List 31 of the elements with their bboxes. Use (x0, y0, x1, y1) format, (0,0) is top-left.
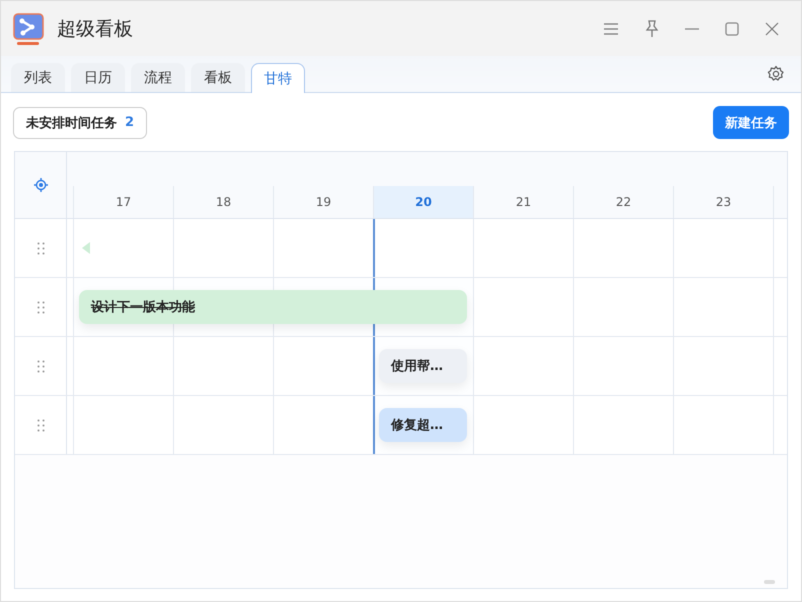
new-task-button[interactable]: 新建任务 (713, 106, 789, 139)
task-bar[interactable]: 设计下一版本功能 (79, 290, 467, 324)
menu-icon[interactable] (603, 22, 619, 34)
day-header: 23 (673, 186, 773, 218)
locate-icon[interactable] (34, 178, 48, 192)
maximize-icon[interactable] (725, 22, 739, 36)
drag-handle-icon[interactable] (36, 360, 44, 372)
settings-icon[interactable] (767, 65, 785, 83)
view-tab[interactable]: 日历 (71, 63, 125, 92)
drag-handle-icon[interactable] (36, 242, 44, 254)
drag-handle-icon[interactable] (36, 418, 44, 432)
view-tab[interactable]: 甘特 (251, 63, 305, 93)
close-icon[interactable] (765, 22, 779, 36)
day-header: 21 (473, 186, 573, 218)
drag-handle-icon[interactable] (36, 300, 44, 314)
view-tab[interactable]: 流程 (131, 63, 185, 92)
view-tab[interactable]: 列表 (11, 63, 65, 92)
day-header: 18 (173, 186, 273, 218)
window-title: 超级看板 (57, 16, 133, 42)
day-header: 22 (573, 186, 673, 218)
pin-icon[interactable] (645, 20, 659, 38)
unscheduled-tasks-button[interactable]: 未安排时间任务 2 (13, 106, 148, 138)
task-bar[interactable]: 修复超… (379, 408, 467, 442)
day-header: 20 (373, 186, 473, 218)
day-header: 17 (73, 186, 173, 218)
task-count: 2 (125, 115, 134, 130)
task-bar[interactable]: 使用帮… (379, 349, 467, 383)
app-logo-icon (13, 12, 45, 46)
minimize-icon[interactable] (685, 28, 699, 30)
scrollbar-thumb[interactable] (764, 580, 775, 584)
view-tab[interactable]: 看板 (191, 63, 245, 92)
